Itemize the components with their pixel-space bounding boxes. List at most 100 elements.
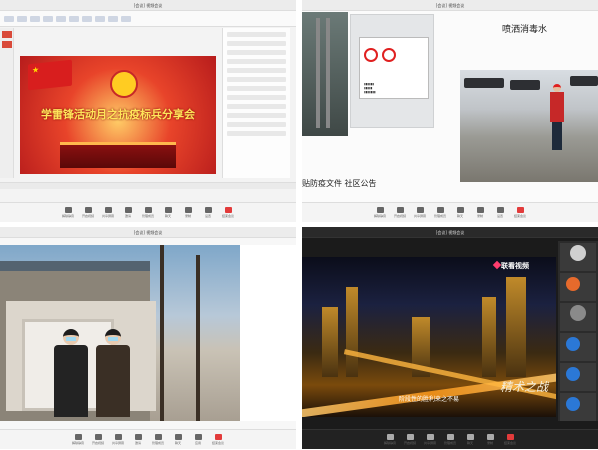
toolbar-end-button[interactable]: 结束会议 (513, 207, 527, 218)
invite-icon (124, 207, 132, 213)
participant-tile[interactable] (560, 303, 596, 331)
toolbar-members-button[interactable]: 管理成员 (433, 207, 447, 218)
screen-share-icon (114, 434, 122, 440)
window-title: [会议] 视频会议 (0, 227, 296, 238)
gear-icon (204, 207, 212, 213)
toolbar-share-button[interactable]: 共享屏幕 (423, 434, 437, 445)
toolbar-microphone-button[interactable]: 解除静音 (373, 207, 387, 218)
toolbar-members-button[interactable]: 管理成员 (443, 434, 457, 445)
toolbar-record-button[interactable]: 录制 (483, 434, 497, 445)
toolbar-end-button[interactable]: 结束会议 (221, 207, 235, 218)
video-brand: 联看视频 (492, 260, 529, 271)
toolbar-invite-button[interactable]: 邀请 (131, 434, 145, 445)
no-entry-icon (364, 48, 378, 62)
toolbar-camera-button[interactable]: 开启视频 (403, 434, 417, 445)
members-icon (446, 434, 454, 440)
participant-tile[interactable] (560, 363, 596, 391)
guards-photo (0, 245, 240, 421)
window-title: [会议] 视频会议 (302, 0, 598, 11)
end-call-icon (516, 207, 524, 213)
slide-thumbnails[interactable] (0, 28, 14, 178)
window-title: [会议] 视频会议 (302, 227, 598, 238)
toolbar-settings-button[interactable]: 设置 (493, 207, 507, 218)
slide-thumbnail[interactable] (2, 31, 12, 38)
end-call-icon (506, 434, 514, 440)
record-icon (184, 207, 192, 213)
apps-icon (194, 434, 202, 440)
meeting-toolbar: 解除静音 开启视频 共享屏幕 邀请 管理成员 聊天 应用 结束会议 (0, 429, 296, 449)
video-frame[interactable]: 联看视频 精术之战 阶段性的胜利来之不易 (302, 257, 556, 417)
screen-share-icon (426, 434, 434, 440)
toolbar-microphone-button[interactable]: 解除静音 (71, 434, 85, 445)
toolbar-chat-button[interactable]: 聊天 (463, 434, 477, 445)
status-bar (0, 182, 296, 189)
slide-title: 学雷锋活动月之抗疫标兵分享会 (41, 108, 195, 121)
toolbar-record-button[interactable]: 录制 (473, 207, 487, 218)
participant-tile[interactable] (560, 243, 596, 271)
skyscraper (322, 307, 338, 377)
format-panel[interactable] (222, 28, 290, 178)
disinfection-photo (460, 70, 598, 182)
video-subtitle: 阶段性的胜利来之不易 (398, 396, 459, 403)
end-call-icon (214, 434, 222, 440)
microphone-icon (386, 434, 394, 440)
microphone-icon (376, 207, 384, 213)
screen-share-icon (416, 207, 424, 213)
toolbar-share-button[interactable]: 共享屏幕 (111, 434, 125, 445)
meeting-toolbar: 解除静音 开启视频 共享屏幕 管理成员 聊天 录制 设置 结束会议 (302, 202, 598, 222)
participant-tile[interactable] (560, 333, 596, 361)
participant-list[interactable] (558, 241, 598, 421)
toolbar-microphone-button[interactable]: 解除静音 (383, 434, 397, 445)
record-icon (486, 434, 494, 440)
participant-tile[interactable] (560, 273, 596, 301)
toolbar-share-button[interactable]: 共享屏幕 (413, 207, 427, 218)
flag-graphic (28, 59, 72, 91)
members-icon (436, 207, 444, 213)
toolbar-camera-button[interactable]: 开启视频 (91, 434, 105, 445)
skyscraper (482, 297, 496, 377)
microphone-icon (74, 434, 82, 440)
toolbar-invite-button[interactable]: 邀请 (121, 207, 135, 218)
chat-icon (466, 434, 474, 440)
toolbar-end-button[interactable]: 结束会议 (503, 434, 517, 445)
participant-tile[interactable] (560, 393, 596, 421)
notice-board: ▮▮▮▮▮▮ ▮▮▮▮▮ ▮▮▮▮▮▮▮ (359, 37, 429, 99)
toolbar-members-button[interactable]: 管理成员 (151, 434, 165, 445)
toolbar-camera-button[interactable]: 开启视频 (81, 207, 95, 218)
no-entry-icon (382, 48, 396, 62)
viewer-side-panel (240, 245, 296, 421)
toolbar-share-button[interactable]: 共享屏幕 (101, 207, 115, 218)
toolbar-settings-button[interactable]: 设置 (201, 207, 215, 218)
calligraphy-title: 精术之战 (499, 380, 548, 394)
toolbar-chat-button[interactable]: 聊天 (161, 207, 175, 218)
skyscraper (506, 277, 526, 377)
toolbar-record-button[interactable]: 录制 (181, 207, 195, 218)
toolbar-apps-button[interactable]: 应用 (191, 434, 205, 445)
gear-icon (496, 207, 504, 213)
window-title: [会议] 视频会议 (0, 0, 296, 11)
guard-figure (96, 329, 130, 421)
toolbar-microphone-button[interactable]: 解除静音 (61, 207, 75, 218)
door-photo (302, 12, 348, 136)
car (464, 78, 504, 88)
camera-icon (84, 207, 92, 213)
skyscraper (346, 287, 358, 377)
meeting-toolbar: 解除静音 开启视频 共享屏幕 管理成员 聊天 录制 结束会议 (302, 429, 598, 449)
toolbar-chat-button[interactable]: 聊天 (171, 434, 185, 445)
slide-thumbnail[interactable] (2, 41, 12, 48)
slide-canvas[interactable]: 学雷锋活动月之抗疫标兵分享会 (20, 56, 216, 174)
brand-logo-icon (492, 260, 502, 270)
camera-icon (396, 207, 404, 213)
chat-icon (456, 207, 464, 213)
members-icon (144, 207, 152, 213)
meeting-toolbar: 解除静音 开启视频 共享屏幕 邀请 管理成员 聊天 录制 设置 结束会议 (0, 202, 296, 222)
toolbar-members-button[interactable]: 管理成员 (141, 207, 155, 218)
avatar (566, 277, 580, 291)
ribbon-toolbar[interactable] (0, 11, 296, 27)
toolbar-chat-button[interactable]: 聊天 (453, 207, 467, 218)
invite-icon (134, 434, 142, 440)
toolbar-camera-button[interactable]: 开启视频 (393, 207, 407, 218)
screen-share-photo-slide: [会议] 视频会议 ▮▮▮▮▮▮ ▮▮▮▮▮ ▮▮▮▮▮▮▮ 喷洒消毒水 贴防疫文件… (302, 0, 598, 222)
toolbar-end-button[interactable]: 结束会议 (211, 434, 225, 445)
gate-graphic (60, 142, 176, 168)
